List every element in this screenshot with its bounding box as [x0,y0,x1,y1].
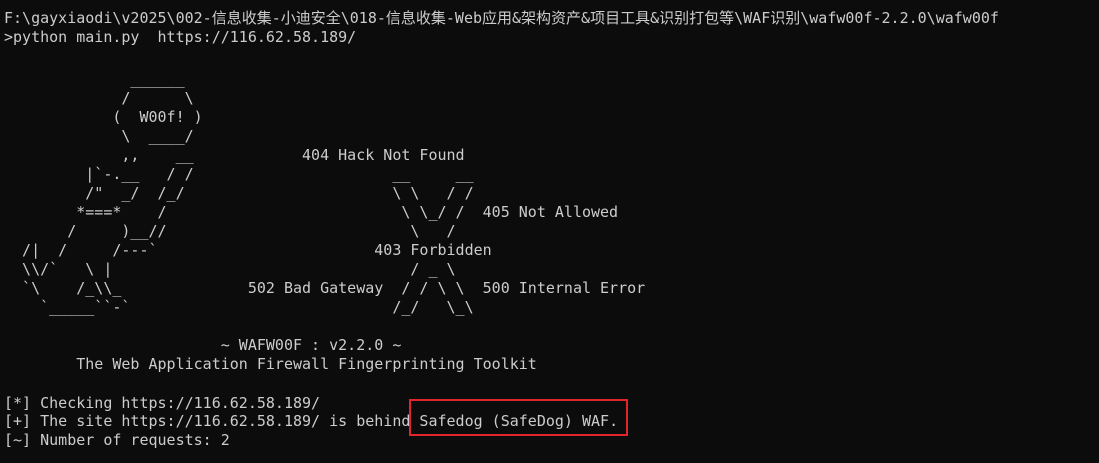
requests-line: [~] Number of requests: 2 [4,431,230,449]
banner-line: \ ____/ [4,127,194,145]
banner-line: /" _/ /_/ \ \ / / [4,184,474,202]
waf-result-highlight-box [409,399,628,436]
checking-line: [*] Checking https://116.62.58.189/ [4,394,321,412]
banner-line: `_____``-` /_/ \_\ [4,298,474,316]
version-line: ~ WAFW00F : v2.2.0 ~ [4,336,402,354]
banner-line: ______ [4,70,185,88]
banner-line: \\/` \ | / _ \ [4,260,456,278]
tagline: The Web Application Firewall Fingerprint… [4,355,537,373]
path-line: F:\gayxiaodi\v2025\002-信息收集-小迪安全\018-信息收… [4,9,999,27]
banner-line: |`-.__ / / __ __ [4,165,474,183]
banner-line: ( W00f! ) [4,108,203,126]
banner-line: / \ [4,89,194,107]
banner-line: / )__// \ / [4,222,456,240]
banner-line: /| / /---` 403 Forbidden [4,241,492,259]
banner-line: *===* / \ \_/ / 405 Not Allowed [4,203,619,221]
terminal-window[interactable]: F:\gayxiaodi\v2025\002-信息收集-小迪安全\018-信息收… [0,0,1099,463]
banner-line: `\ /_\\_ 502 Bad Gateway / / \ \ 500 Int… [4,279,646,297]
result-prefix: [+] The site https://116.62.58.189/ is b… [4,412,420,430]
command-line: >python main.py https://116.62.58.189/ [4,28,357,46]
banner-line: ,, __ 404 Hack Not Found [4,146,465,164]
